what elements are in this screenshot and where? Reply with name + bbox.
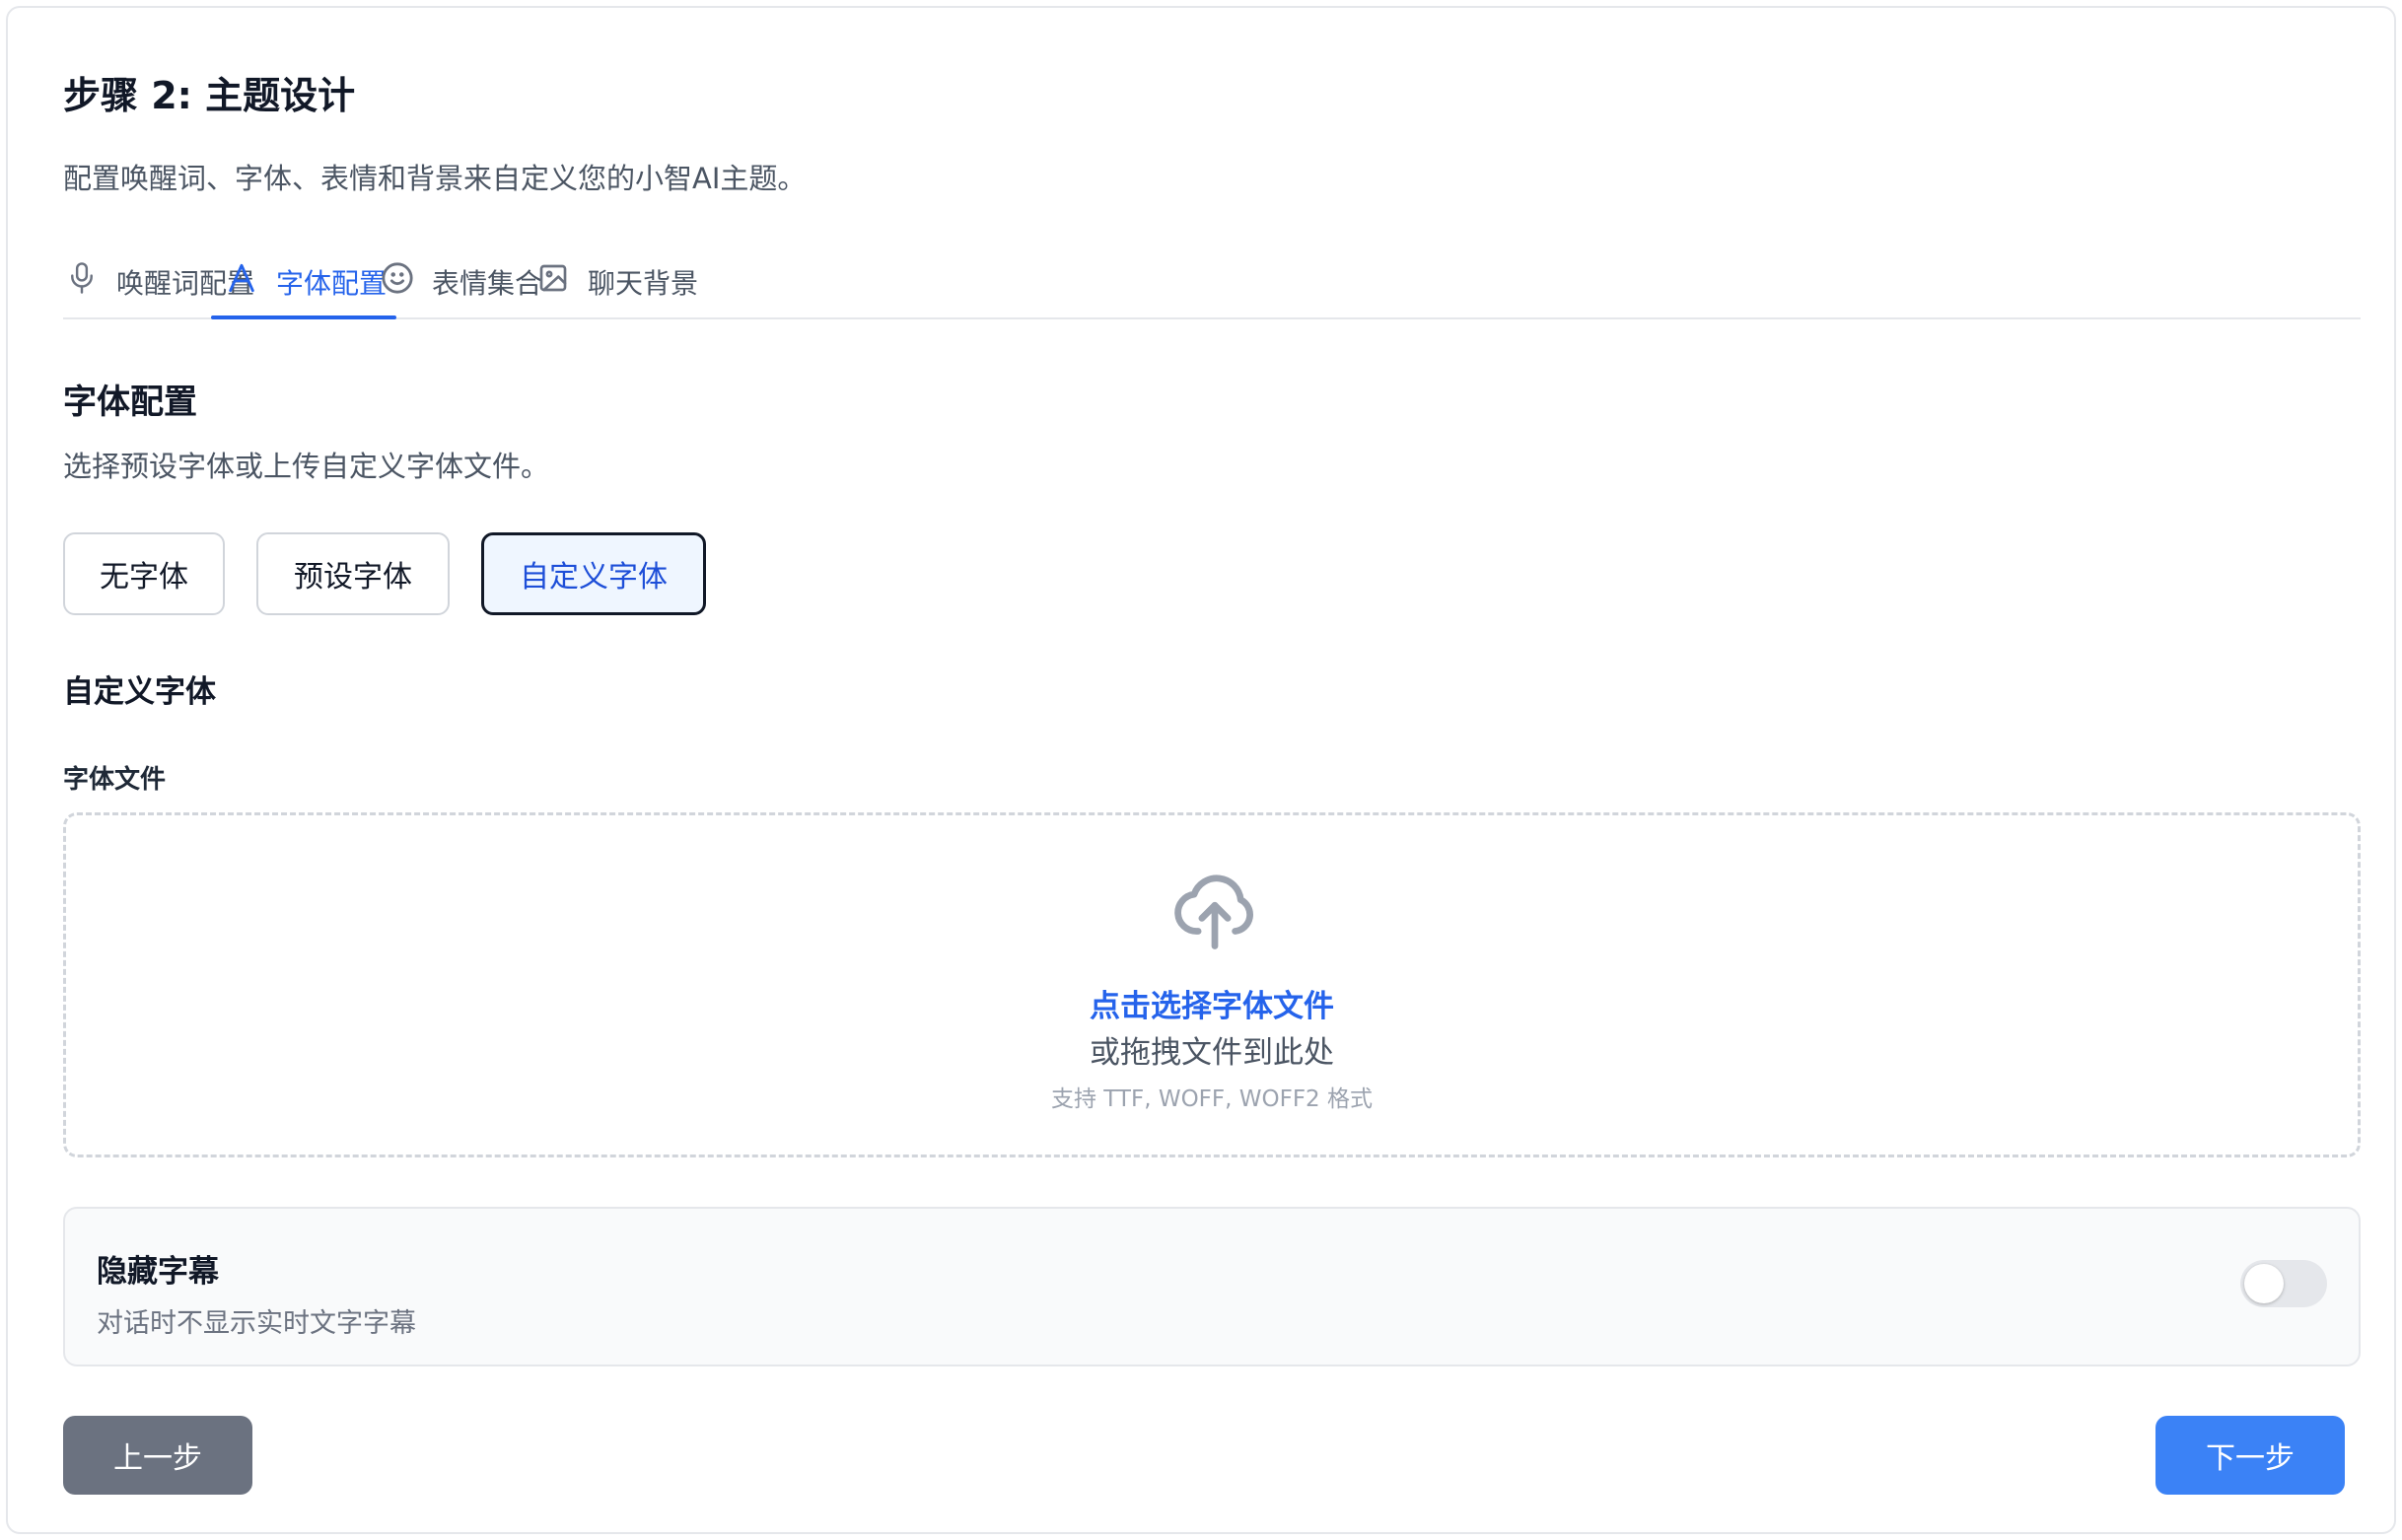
- page-title: 步骤 2: 主题设计: [63, 74, 356, 117]
- custom-font-option[interactable]: 自定义字体: [481, 532, 706, 615]
- font-file-label: 字体文件: [63, 765, 167, 795]
- section-title: 字体配置: [63, 383, 197, 422]
- select-file-link[interactable]: 点击选择字体文件: [66, 981, 2358, 1025]
- setting-description: 对话时不显示实时文字字幕: [97, 1308, 416, 1339]
- microphone-icon: [63, 259, 101, 297]
- theme-design-card: 步骤 2: 主题设计 配置唤醒词、字体、表情和背景来自定义您的小智AI主题。 唤…: [6, 6, 2396, 1534]
- cloud-upload-icon: [1170, 865, 1259, 953]
- drag-drop-text: 或拖拽文件到此处: [1090, 1035, 1334, 1071]
- tab-font[interactable]: 字体配置: [210, 250, 397, 319]
- tab-emoji-collection[interactable]: 表情集合: [379, 250, 542, 317]
- custom-font-heading: 自定义字体: [63, 674, 216, 710]
- tab-label: 字体配置: [276, 267, 388, 300]
- no-font-option[interactable]: 无字体: [63, 532, 225, 615]
- smiley-icon: [379, 259, 416, 297]
- next-step-button[interactable]: 下一步: [2155, 1416, 2345, 1495]
- image-icon: [534, 259, 572, 297]
- tab-bar: 唤醒词配置 字体配置 表情集合 聊天背景: [63, 250, 2361, 319]
- font-file-dropzone[interactable]: 点击选择字体文件 或拖拽文件到此处 支持 TTF, WOFF, WOFF2 格式: [63, 812, 2361, 1157]
- previous-step-button[interactable]: 上一步: [63, 1416, 252, 1495]
- tab-chat-background[interactable]: 聊天背景: [534, 250, 698, 317]
- toggle-knob: [2244, 1264, 2284, 1303]
- tab-label: 聊天背景: [588, 267, 699, 300]
- setting-title: 隐藏字幕: [97, 1254, 219, 1290]
- preset-font-option[interactable]: 预设字体: [256, 532, 450, 615]
- section-description: 选择预设字体或上传自定义字体文件。: [63, 450, 550, 483]
- page-subtitle: 配置唤醒词、字体、表情和背景来自定义您的小智AI主题。: [63, 162, 807, 195]
- supported-formats-hint: 支持 TTF, WOFF, WOFF2 格式: [1050, 1086, 1374, 1112]
- hide-subtitles-setting: 隐藏字幕 对话时不显示实时文字字幕: [63, 1207, 2361, 1366]
- tab-label: 表情集合: [432, 267, 543, 300]
- hide-subtitles-toggle[interactable]: [2240, 1260, 2327, 1307]
- font-icon: [223, 259, 260, 297]
